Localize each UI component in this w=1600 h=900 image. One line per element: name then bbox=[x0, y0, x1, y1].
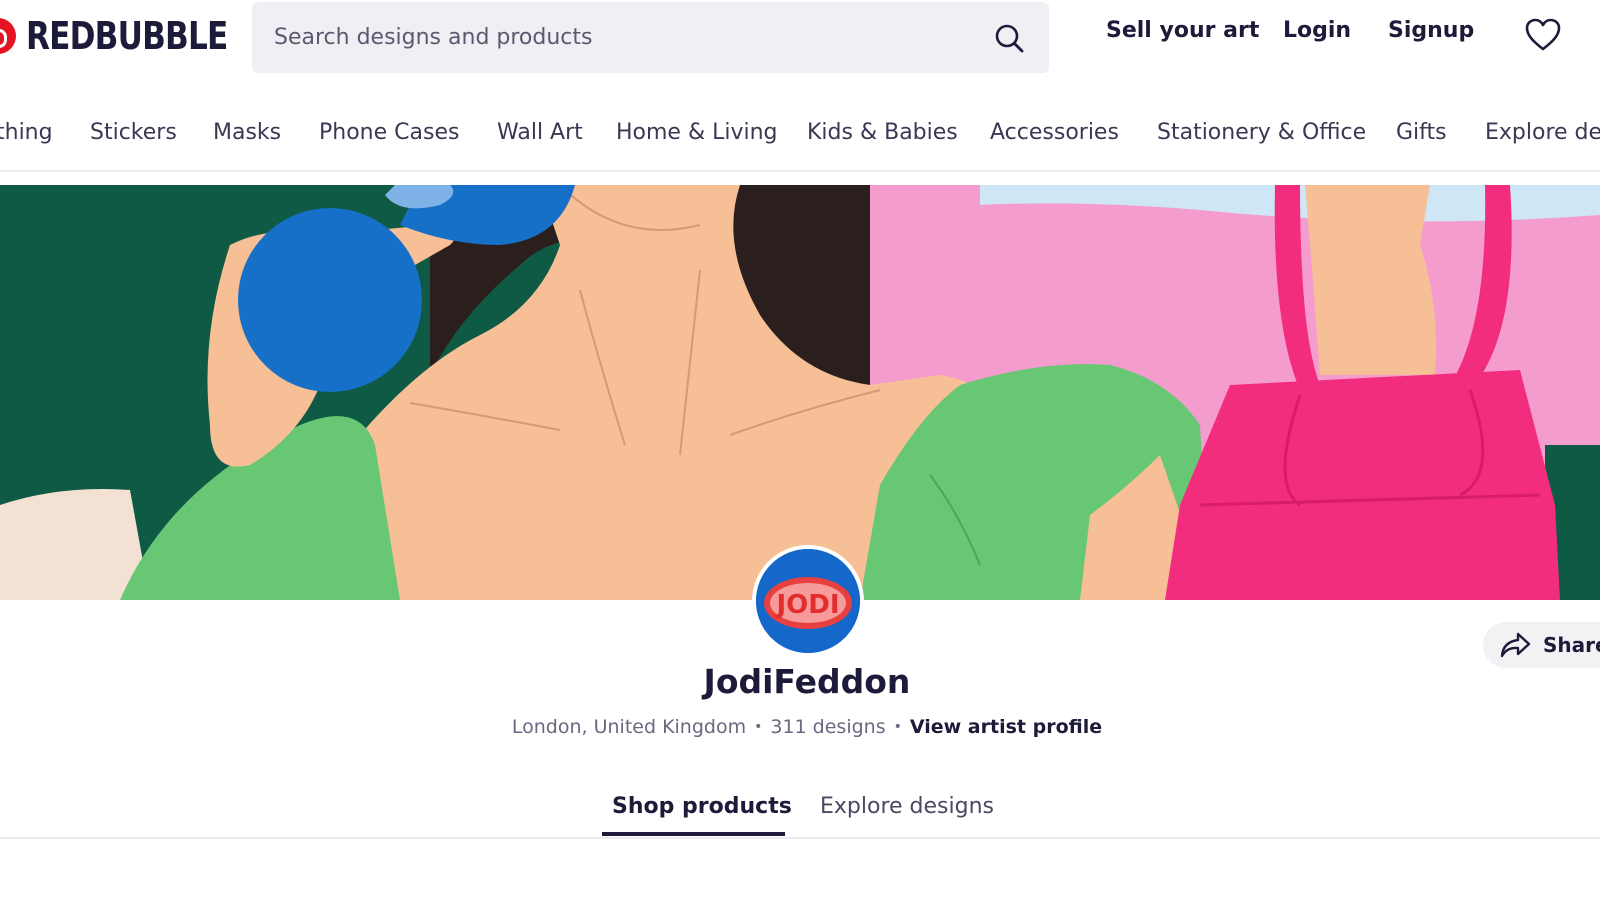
profile-tabs: Shop products Explore designs bbox=[0, 790, 1600, 838]
category-nav: thing Stickers Masks Phone Cases Wall Ar… bbox=[0, 112, 1600, 168]
meta-separator: • bbox=[893, 719, 902, 735]
category-stationery-office[interactable]: Stationery & Office bbox=[1157, 120, 1366, 145]
tab-shop-products[interactable]: Shop products bbox=[612, 794, 792, 819]
search-icon[interactable] bbox=[993, 22, 1025, 54]
sell-your-art-link[interactable]: Sell your art bbox=[1106, 18, 1259, 43]
artist-meta: London, United Kingdom • 311 designs • View … bbox=[0, 716, 1600, 738]
view-artist-profile-link[interactable]: View artist profile bbox=[910, 716, 1102, 738]
logo-mark-icon bbox=[0, 18, 16, 54]
category-divider bbox=[0, 170, 1600, 172]
meta-separator: • bbox=[754, 719, 763, 735]
avatar-text: JODI bbox=[774, 590, 839, 620]
tabs-divider bbox=[0, 837, 1600, 839]
site-header: REDBUBBLE Sell your art Login Signup bbox=[0, 0, 1600, 78]
search-bar bbox=[252, 2, 1049, 73]
artist-avatar[interactable]: JODI bbox=[752, 545, 864, 657]
category-home-living[interactable]: Home & Living bbox=[616, 120, 778, 145]
category-clothing[interactable]: thing bbox=[0, 120, 53, 145]
search-input[interactable] bbox=[252, 25, 952, 50]
login-link[interactable]: Login bbox=[1283, 18, 1351, 43]
active-tab-indicator bbox=[602, 832, 785, 836]
artist-name: JodiFeddon bbox=[703, 662, 911, 701]
heart-icon[interactable] bbox=[1525, 18, 1561, 52]
logo-text: REDBUBBLE bbox=[26, 14, 228, 58]
share-icon bbox=[1500, 632, 1531, 658]
category-explore-designs[interactable]: Explore des bbox=[1485, 120, 1600, 145]
category-stickers[interactable]: Stickers bbox=[90, 120, 177, 145]
share-label: Share bbox=[1543, 633, 1600, 657]
signup-link[interactable]: Signup bbox=[1388, 18, 1474, 43]
category-phone-cases[interactable]: Phone Cases bbox=[319, 120, 459, 145]
tab-explore-designs[interactable]: Explore designs bbox=[820, 794, 994, 819]
designs-count: 311 designs bbox=[770, 716, 886, 738]
category-masks[interactable]: Masks bbox=[213, 120, 281, 145]
artist-location: London, United Kingdom bbox=[511, 716, 747, 738]
banner-illustration bbox=[0, 185, 1600, 600]
avatar-logo-icon: JODI bbox=[756, 549, 860, 653]
category-gifts[interactable]: Gifts bbox=[1396, 120, 1447, 145]
profile-banner bbox=[0, 185, 1600, 600]
category-wall-art[interactable]: Wall Art bbox=[497, 120, 583, 145]
redbubble-logo[interactable]: REDBUBBLE bbox=[0, 12, 272, 60]
category-kids-babies[interactable]: Kids & Babies bbox=[807, 120, 958, 145]
category-accessories[interactable]: Accessories bbox=[990, 120, 1119, 145]
